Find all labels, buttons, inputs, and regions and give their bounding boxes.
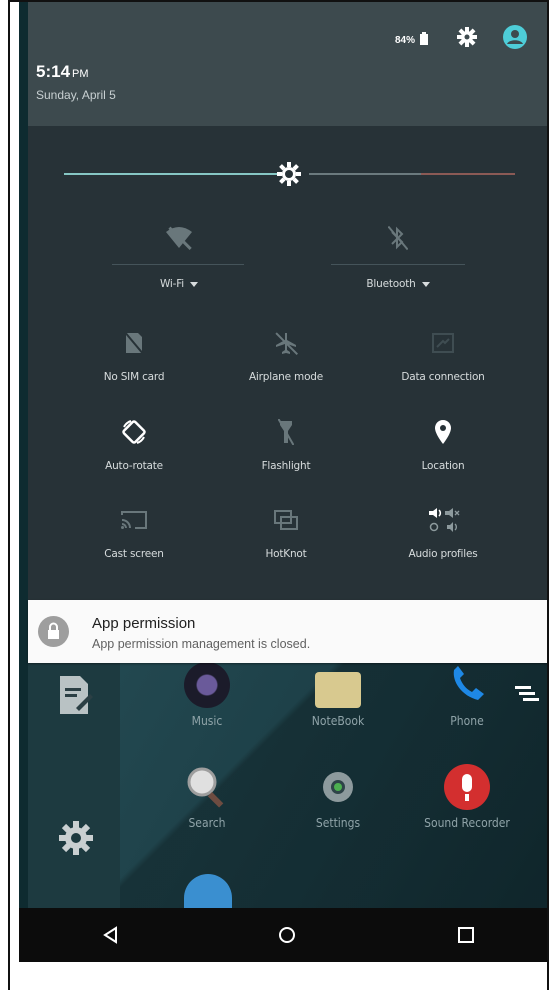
app-label: Phone xyxy=(450,714,484,728)
wifi-off-icon xyxy=(166,226,192,250)
app-label: Search xyxy=(188,816,226,830)
tile-hotknot[interactable]: HotKnot xyxy=(216,506,356,560)
menu-lines-icon[interactable] xyxy=(515,684,539,704)
notification-app-icon xyxy=(38,616,69,647)
tile-flashlight[interactable]: Flashlight xyxy=(216,418,356,472)
app-label: NoteBook xyxy=(311,714,365,728)
brightness-track-filled[interactable] xyxy=(64,173,286,175)
tile-label: Flashlight xyxy=(261,460,311,472)
tile-label: Location xyxy=(421,460,465,472)
brightness-icon[interactable] xyxy=(277,162,301,186)
tile-cast-screen[interactable]: Cast screen xyxy=(64,506,204,560)
phone-icon xyxy=(444,662,490,708)
frame-left xyxy=(8,0,10,990)
brightness-track-end[interactable] xyxy=(421,173,515,175)
tile-label: Data connection xyxy=(401,371,485,383)
data-connection-icon xyxy=(432,333,454,353)
search-icon xyxy=(184,764,230,810)
tile-label: No SIM card xyxy=(103,371,165,383)
tile-label: Cast screen xyxy=(104,548,164,560)
bluetooth-off-icon xyxy=(388,225,408,251)
app-search[interactable]: Search xyxy=(152,764,262,830)
app-notebook[interactable]: NoteBook xyxy=(283,662,393,728)
tile-no-sim[interactable]: No SIM card xyxy=(64,329,204,383)
tile-wifi[interactable]: Wi-Fi xyxy=(109,224,249,290)
gear-icon xyxy=(315,764,361,810)
shade-header xyxy=(28,2,547,126)
app-settings[interactable]: Settings xyxy=(283,764,393,830)
airplane-icon xyxy=(275,332,298,355)
tile-label: Bluetooth xyxy=(366,278,416,290)
clock[interactable]: 5:14 PM xyxy=(36,62,89,82)
music-icon xyxy=(184,662,230,708)
app-label: Settings xyxy=(315,816,361,830)
tile-label: Airplane mode xyxy=(248,371,324,383)
device-screen: Music NoteBook Phone Search Settings Sou… xyxy=(19,2,547,962)
battery-percent: 84% xyxy=(395,35,416,46)
navigation-bar xyxy=(19,908,547,962)
flashlight-icon xyxy=(278,419,294,445)
brightness-track[interactable] xyxy=(309,173,421,175)
notification-text: App permission management is closed. xyxy=(92,637,311,651)
notification-card[interactable]: App permission App permission management… xyxy=(28,600,547,663)
back-icon[interactable] xyxy=(101,925,121,945)
clock-time: 5:14 xyxy=(36,62,71,81)
audio-profiles-icon xyxy=(429,508,460,532)
tile-label: HotKnot xyxy=(265,548,307,560)
bluetooth-divider xyxy=(331,264,465,265)
app-music[interactable]: Music xyxy=(152,662,262,728)
notification-title: App permission xyxy=(92,615,196,632)
battery-icon xyxy=(419,32,428,45)
app-phone[interactable]: Phone xyxy=(412,662,522,728)
hotknot-icon xyxy=(274,510,298,530)
app-sound-recorder[interactable]: Sound Recorder xyxy=(412,764,522,830)
user-avatar-icon[interactable] xyxy=(503,25,527,49)
chevron-down-icon[interactable] xyxy=(190,281,199,287)
tile-airplane[interactable]: Airplane mode xyxy=(216,329,356,383)
tile-label: Auto-rotate xyxy=(105,460,163,472)
chevron-down-icon[interactable] xyxy=(421,281,430,287)
clock-ampm: PM xyxy=(72,68,89,80)
wifi-divider xyxy=(112,264,244,265)
tile-label: Wi-Fi xyxy=(159,278,185,290)
tile-data-connection[interactable]: Data connection xyxy=(373,329,513,383)
tile-label: Audio profiles xyxy=(408,548,478,560)
tile-bluetooth[interactable]: Bluetooth xyxy=(328,224,468,290)
settings-icon[interactable] xyxy=(457,27,477,47)
tile-location[interactable]: Location xyxy=(373,418,513,472)
recents-icon[interactable] xyxy=(456,925,476,945)
notes-icon[interactable] xyxy=(58,674,94,716)
microphone-icon xyxy=(444,764,490,810)
notebook-icon xyxy=(315,672,361,708)
date[interactable]: Sunday, April 5 xyxy=(36,88,116,102)
location-icon xyxy=(435,420,451,444)
app-label: Music xyxy=(191,714,223,728)
tile-audio-profiles[interactable]: Audio profiles xyxy=(373,506,513,560)
app-label: Sound Recorder xyxy=(424,816,510,830)
tile-auto-rotate[interactable]: Auto-rotate xyxy=(64,418,204,472)
lock-icon xyxy=(48,622,59,639)
settings-gear-icon[interactable] xyxy=(58,820,94,856)
battery-indicator: 84% xyxy=(395,32,428,46)
cast-icon xyxy=(121,511,147,529)
auto-rotate-icon xyxy=(122,420,146,444)
no-sim-icon xyxy=(124,331,144,355)
home-icon[interactable] xyxy=(277,925,297,945)
